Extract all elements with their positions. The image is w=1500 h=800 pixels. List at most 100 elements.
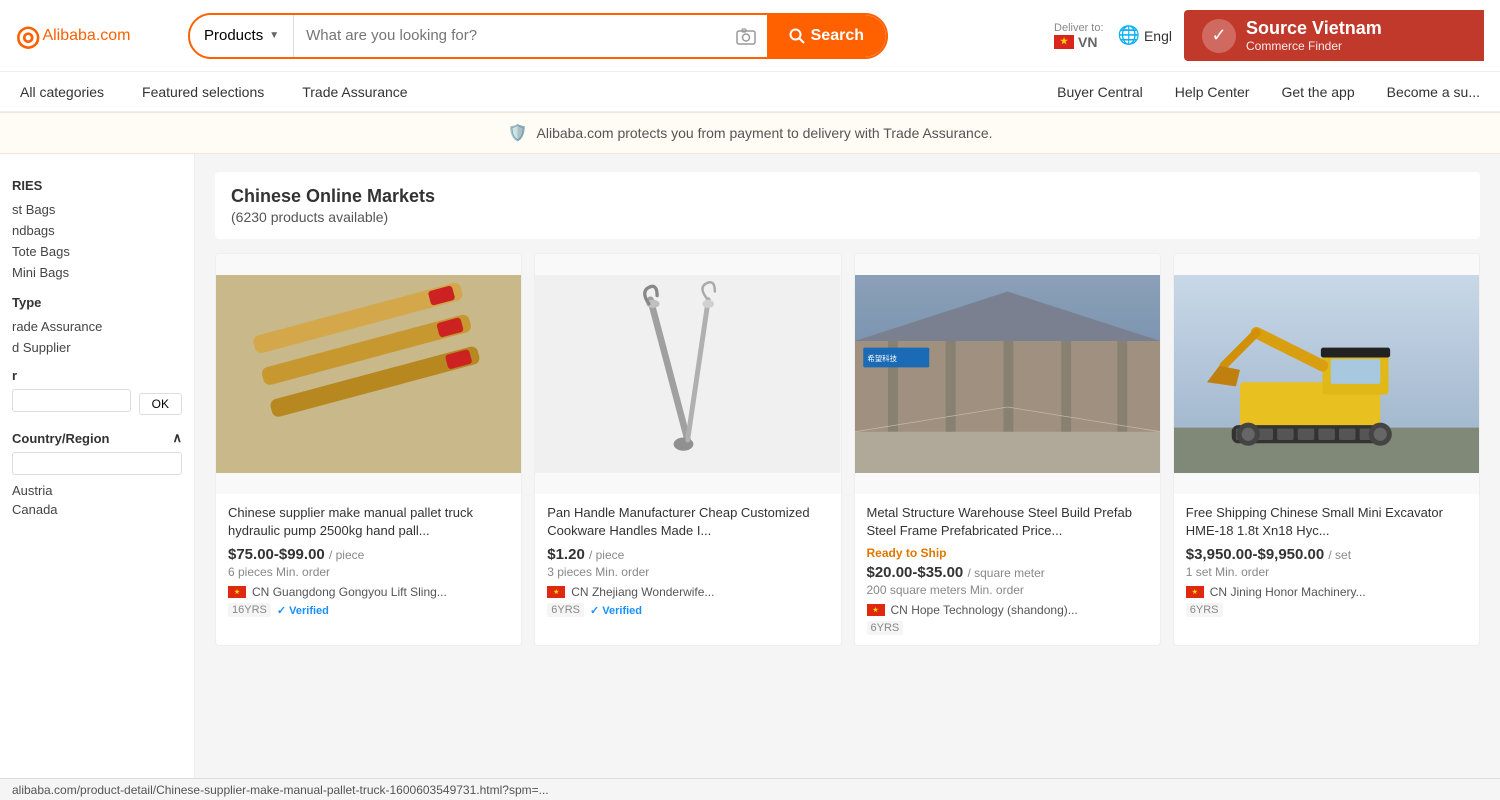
- product-grid: Chinese supplier make manual pallet truc…: [215, 253, 1480, 646]
- years-badge-1: 16YRS: [228, 603, 271, 617]
- cn-flag-icon-4: ★: [1186, 586, 1204, 598]
- source-vietnam-banner[interactable]: ✓ Source Vietnam Commerce Finder: [1184, 10, 1484, 61]
- product-price-1: $75.00-$99.00 / piece: [228, 546, 509, 563]
- nav-bar: All categories Featured selections Trade…: [0, 72, 1500, 112]
- market-header: Chinese Online Markets (6230 products av…: [215, 172, 1480, 239]
- verified-badge-1: ✓ Verified: [277, 604, 329, 617]
- search-button[interactable]: Search: [767, 15, 886, 57]
- sidebar-item-trade-assurance[interactable]: rade Assurance: [12, 316, 182, 337]
- product-image-2: [535, 254, 840, 494]
- sidebar-item-mini-bags[interactable]: Mini Bags: [12, 262, 182, 283]
- product-image-4: [1174, 254, 1479, 494]
- globe-icon: 🌐: [1118, 25, 1140, 46]
- pan-handle-image: [535, 254, 840, 494]
- market-title: Chinese Online Markets: [231, 186, 1464, 207]
- main-layout: RIES st Bags ndbags Tote Bags Mini Bags …: [0, 154, 1500, 796]
- country-region-header[interactable]: Country/Region ∧: [12, 430, 182, 446]
- sidebar-item-handbags[interactable]: ndbags: [12, 220, 182, 241]
- product-title-1: Chinese supplier make manual pallet truc…: [228, 504, 509, 540]
- nav-trade-assurance[interactable]: Trade Assurance: [298, 84, 411, 100]
- search-bar: Products ▼ Search: [188, 13, 888, 59]
- product-image-3: 希望科技: [855, 254, 1160, 494]
- cn-flag-icon-1: ★: [228, 586, 246, 598]
- nav-all-categories[interactable]: All categories: [16, 84, 108, 100]
- supplier-row-3: ★ CN Hope Technology (shandong)...: [867, 603, 1148, 617]
- chevron-up-icon: ∧: [172, 430, 182, 446]
- country-code: VN: [1078, 34, 1097, 50]
- product-title-3: Metal Structure Warehouse Steel Build Pr…: [867, 504, 1148, 540]
- supplier-name-2: CN Zhejiang Wonderwife...: [571, 585, 828, 599]
- source-vietnam-subtitle: Commerce Finder: [1246, 39, 1382, 53]
- source-vietnam-text: Source Vietnam Commerce Finder: [1246, 18, 1382, 53]
- filter-input[interactable]: [12, 389, 131, 412]
- checkmark-icon: ✓: [1202, 19, 1236, 53]
- search-icon: [789, 28, 805, 44]
- deliver-country[interactable]: ★ VN: [1054, 34, 1097, 50]
- sidebar-type-header: Type: [12, 295, 182, 310]
- supplier-badge-row-2: 6YRS ✓ Verified: [547, 603, 828, 617]
- cn-flag-icon-2: ★: [547, 586, 565, 598]
- country-search-input[interactable]: [12, 452, 182, 475]
- chevron-down-icon: ▼: [269, 30, 279, 41]
- supplier-name-3: CN Hope Technology (shandong)...: [891, 603, 1148, 617]
- nav-become-supplier[interactable]: Become a su...: [1383, 84, 1484, 100]
- years-badge-3: 6YRS: [867, 621, 904, 635]
- logo-text: Alibaba.com: [42, 27, 130, 45]
- supplier-name-4: CN Jining Honor Machinery...: [1210, 585, 1467, 599]
- product-info-4: Free Shipping Chinese Small Mini Excavat…: [1174, 494, 1479, 627]
- sidebar-item-canada[interactable]: Canada: [12, 500, 182, 519]
- deliver-label: Deliver to:: [1054, 22, 1104, 34]
- sidebar-item-tote-bags[interactable]: Tote Bags: [12, 241, 182, 262]
- product-moq-3: 200 square meters Min. order: [867, 583, 1148, 597]
- years-badge-2: 6YRS: [547, 603, 584, 617]
- nav-get-app[interactable]: Get the app: [1277, 84, 1358, 100]
- dropdown-label: Products: [204, 27, 263, 44]
- supplier-name-1: CN Guangdong Gongyou Lift Sling...: [252, 585, 509, 599]
- vietnam-flag-icon: ★: [1054, 35, 1074, 49]
- product-card-2[interactable]: Pan Handle Manufacturer Cheap Customized…: [534, 253, 841, 646]
- product-card-1[interactable]: Chinese supplier make manual pallet truc…: [215, 253, 522, 646]
- product-info-1: Chinese supplier make manual pallet truc…: [216, 494, 521, 627]
- search-input[interactable]: [294, 15, 725, 57]
- product-info-3: Metal Structure Warehouse Steel Build Pr…: [855, 494, 1160, 645]
- sidebar-item-breast-bags[interactable]: st Bags: [12, 199, 182, 220]
- filter-ok-button[interactable]: OK: [139, 393, 182, 415]
- url-text: alibaba.com/product-detail/Chinese-suppl…: [12, 783, 549, 797]
- nav-right-items: Buyer Central Help Center Get the app Be…: [1053, 84, 1484, 100]
- country-label: Country/Region: [12, 431, 110, 446]
- product-card-4[interactable]: Free Shipping Chinese Small Mini Excavat…: [1173, 253, 1480, 646]
- alibaba-logo-icon: ◎: [16, 22, 40, 50]
- search-button-label: Search: [811, 27, 864, 45]
- products-dropdown[interactable]: Products ▼: [190, 15, 294, 57]
- nav-help-center[interactable]: Help Center: [1171, 84, 1254, 100]
- product-area: Chinese Online Markets (6230 products av…: [195, 154, 1500, 796]
- source-vietnam-title: Source Vietnam: [1246, 18, 1382, 39]
- product-moq-4: 1 set Min. order: [1186, 565, 1467, 579]
- supplier-row-2: ★ CN Zhejiang Wonderwife...: [547, 585, 828, 599]
- sidebar-item-verified-supplier[interactable]: d Supplier: [12, 337, 182, 358]
- excavator-image: [1174, 254, 1479, 494]
- camera-icon: [735, 25, 757, 47]
- url-bar: alibaba.com/product-detail/Chinese-suppl…: [0, 778, 1500, 800]
- language-label: Engl: [1144, 28, 1172, 44]
- warehouse-image: 希望科技: [855, 254, 1160, 494]
- product-info-2: Pan Handle Manufacturer Cheap Customized…: [535, 494, 840, 627]
- filter-row: OK: [12, 389, 182, 418]
- product-moq-1: 6 pieces Min. order: [228, 565, 509, 579]
- product-price-2: $1.20 / piece: [547, 546, 828, 563]
- header-right: Deliver to: ★ VN 🌐 Engl: [1054, 22, 1172, 50]
- shield-icon: 🛡️: [507, 125, 527, 142]
- supplier-row-4: ★ CN Jining Honor Machinery...: [1186, 585, 1467, 599]
- product-card-3[interactable]: 希望科技 Metal Structure Warehouse Steel Bui…: [854, 253, 1161, 646]
- ready-to-ship-3: Ready to Ship: [867, 546, 1148, 560]
- supplier-badge-row-4: 6YRS: [1186, 603, 1467, 617]
- trade-banner-text: Alibaba.com protects you from payment to…: [537, 125, 993, 141]
- camera-search-button[interactable]: [725, 25, 767, 47]
- nav-featured-selections[interactable]: Featured selections: [138, 84, 268, 100]
- sidebar-item-austria[interactable]: Austria: [12, 481, 182, 500]
- nav-buyer-central[interactable]: Buyer Central: [1053, 84, 1147, 100]
- header: ◎ Alibaba.com Products ▼ Search: [0, 0, 1500, 72]
- svg-text:希望科技: 希望科技: [867, 353, 897, 363]
- logo-area[interactable]: ◎ Alibaba.com: [16, 22, 176, 50]
- language-button[interactable]: 🌐 Engl: [1118, 25, 1172, 46]
